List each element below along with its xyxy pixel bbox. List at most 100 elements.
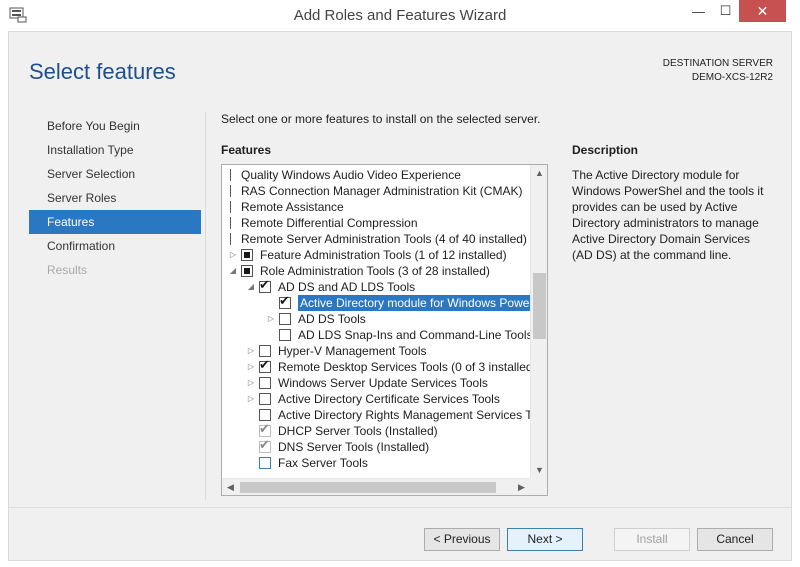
expand-arrow-icon[interactable]: ▷ bbox=[246, 375, 256, 391]
description-heading: Description bbox=[572, 143, 639, 157]
expand-arrow-icon[interactable]: ▷ bbox=[228, 247, 238, 263]
horizontal-scroll-thumb[interactable] bbox=[240, 482, 496, 493]
minimize-button[interactable]: — bbox=[685, 0, 712, 22]
feature-label: Active Directory Certificate Services To… bbox=[278, 392, 500, 406]
feature-tree-row[interactable]: Remote Server Administration Tools (4 of… bbox=[222, 231, 532, 247]
feature-checkbox[interactable] bbox=[279, 313, 291, 325]
feature-tree-row[interactable]: ▷ Hyper-V Management Tools bbox=[222, 343, 532, 359]
feature-checkbox[interactable] bbox=[230, 217, 233, 229]
feature-checkbox[interactable] bbox=[259, 345, 271, 357]
feature-label: Quality Windows Audio Video Experience bbox=[241, 168, 461, 182]
horizontal-scrollbar[interactable]: ◀ ▶ bbox=[222, 478, 547, 495]
scroll-down-icon[interactable]: ▼ bbox=[531, 462, 547, 479]
feature-tree-row[interactable]: Fax Server Tools bbox=[222, 455, 532, 471]
expand-arrow-icon[interactable]: ▷ bbox=[266, 311, 276, 327]
feature-tree-row[interactable]: DHCP Server Tools (Installed) bbox=[222, 422, 532, 439]
feature-tree-row[interactable]: ▷ Active Directory Certificate Services T… bbox=[222, 391, 532, 407]
feature-label: AD LDS Snap-Ins and Command-Line Tools bbox=[298, 328, 532, 342]
feature-label: Remote Server Administration Tools (4 of… bbox=[241, 232, 527, 246]
features-heading: Features bbox=[221, 143, 272, 157]
feature-checkbox[interactable] bbox=[279, 329, 291, 341]
feature-tree-row[interactable]: DNS Server Tools (Installed) bbox=[222, 438, 532, 455]
feature-label: RAS Connection Manager Administration Ki… bbox=[241, 184, 523, 198]
feature-tree-row[interactable]: AD LDS Snap-Ins and Command-Line Tools bbox=[222, 327, 532, 343]
feature-tree-row[interactable]: Quality Windows Audio Video Experience bbox=[222, 167, 532, 183]
nav-item-features[interactable]: Features bbox=[29, 210, 201, 234]
expand-arrow-icon[interactable]: ▷ bbox=[246, 343, 256, 359]
expand-arrow-icon[interactable]: ▷ bbox=[246, 391, 256, 407]
feature-label: AD DS Tools bbox=[298, 312, 366, 326]
feature-label: Remote Differential Compression bbox=[241, 216, 418, 230]
feature-tree-row[interactable]: ▷ Remote Desktop Services Tools (0 of 3 i… bbox=[222, 358, 532, 375]
scroll-left-icon[interactable]: ◀ bbox=[222, 479, 239, 495]
feature-checkbox[interactable] bbox=[259, 358, 271, 374]
scroll-right-icon[interactable]: ▶ bbox=[513, 479, 530, 495]
nav-item-results: Results bbox=[47, 263, 88, 277]
feature-checkbox bbox=[259, 438, 271, 454]
title-bar: Add Roles and Features Wizard — ☐ ✕ bbox=[0, 0, 800, 31]
feature-tree-row[interactable]: RAS Connection Manager Administration Ki… bbox=[222, 183, 532, 199]
scrollbar-corner bbox=[530, 478, 547, 495]
feature-tree-row[interactable]: ◢ Role Administration Tools (3 of 28 inst… bbox=[222, 263, 532, 279]
nav-divider bbox=[205, 112, 206, 500]
feature-tree-row[interactable]: ◢ AD DS and AD LDS Tools bbox=[222, 278, 532, 295]
destination-server-info: DESTINATION SERVER DEMO-XCS-12R2 bbox=[663, 57, 773, 85]
feature-label: Hyper-V Management Tools bbox=[278, 344, 427, 358]
feature-label: AD DS and AD LDS Tools bbox=[278, 280, 416, 294]
nav-item-before-you-begin[interactable]: Before You Begin bbox=[29, 114, 201, 138]
features-tree[interactable]: Quality Windows Audio Video Experience RA… bbox=[221, 164, 548, 496]
feature-label: Remote Desktop Services Tools (0 of 3 in… bbox=[278, 360, 532, 374]
feature-checkbox[interactable] bbox=[259, 278, 271, 294]
feature-checkbox[interactable] bbox=[230, 201, 233, 213]
feature-checkbox[interactable] bbox=[259, 393, 271, 405]
feature-label: Feature Administration Tools (1 of 12 in… bbox=[260, 248, 507, 262]
nav-item-server-roles[interactable]: Server Roles bbox=[29, 186, 201, 210]
feature-checkbox[interactable] bbox=[279, 294, 291, 310]
feature-checkbox[interactable] bbox=[230, 169, 233, 181]
close-button[interactable]: ✕ bbox=[739, 0, 786, 22]
feature-checkbox bbox=[259, 422, 271, 438]
page-title: Select features bbox=[29, 59, 176, 84]
feature-label: Role Administration Tools (3 of 28 insta… bbox=[260, 264, 490, 278]
feature-checkbox[interactable] bbox=[241, 265, 253, 277]
vertical-scroll-thumb[interactable] bbox=[533, 273, 546, 339]
collapse-arrow-icon[interactable]: ◢ bbox=[228, 263, 238, 279]
expand-arrow-icon[interactable]: ▷ bbox=[246, 359, 256, 375]
feature-tree-row[interactable]: ▷ Windows Server Update Services Tools bbox=[222, 375, 532, 391]
feature-tree-row[interactable]: Active Directory module for Windows Powe… bbox=[222, 294, 532, 311]
nav-item-confirmation[interactable]: Confirmation bbox=[29, 234, 201, 258]
previous-button[interactable]: < Previous bbox=[424, 528, 500, 551]
feature-checkbox[interactable] bbox=[259, 457, 271, 469]
feature-label: Windows Server Update Services Tools bbox=[278, 376, 488, 390]
nav-item-installation-type[interactable]: Installation Type bbox=[29, 138, 201, 162]
footer-divider bbox=[9, 507, 791, 508]
feature-label: Remote Assistance bbox=[241, 200, 344, 214]
next-button[interactable]: Next > bbox=[507, 528, 583, 551]
feature-tree-row[interactable]: Active Directory Rights Management Servi… bbox=[222, 407, 532, 423]
window-frame-bottom bbox=[0, 561, 800, 567]
feature-checkbox[interactable] bbox=[259, 409, 271, 421]
window-frame-right bbox=[792, 31, 800, 567]
feature-tree-row[interactable]: Remote Assistance bbox=[222, 199, 532, 215]
feature-checkbox[interactable] bbox=[230, 185, 233, 197]
destination-server-name: DEMO-XCS-12R2 bbox=[691, 72, 773, 83]
window-frame-left bbox=[0, 31, 8, 567]
maximize-button[interactable]: ☐ bbox=[712, 0, 739, 22]
feature-checkbox[interactable] bbox=[259, 377, 271, 389]
feature-checkbox[interactable] bbox=[230, 233, 233, 245]
feature-label: DHCP Server Tools (Installed) bbox=[278, 424, 438, 438]
scroll-up-icon[interactable]: ▲ bbox=[531, 165, 547, 182]
nav-item-server-selection[interactable]: Server Selection bbox=[29, 162, 201, 186]
feature-tree-row[interactable]: Remote Differential Compression bbox=[222, 215, 532, 231]
description-text: The Active Directory module for Windows … bbox=[572, 168, 764, 262]
window-title: Add Roles and Features Wizard bbox=[293, 7, 507, 24]
install-button: Install bbox=[614, 528, 690, 551]
collapse-arrow-icon[interactable]: ◢ bbox=[246, 279, 256, 295]
cancel-button[interactable]: Cancel bbox=[697, 528, 773, 551]
feature-checkbox[interactable] bbox=[241, 249, 253, 261]
vertical-scrollbar[interactable]: ▲ ▼ bbox=[530, 165, 547, 479]
feature-tree-row[interactable]: ▷ Feature Administration Tools (1 of 12 i… bbox=[222, 247, 532, 263]
feature-tree-row[interactable]: ▷ AD DS Tools bbox=[222, 311, 532, 327]
feature-label: Active Directory Rights Management Servi… bbox=[278, 408, 532, 422]
features-tree-items: Quality Windows Audio Video Experience RA… bbox=[222, 167, 532, 477]
